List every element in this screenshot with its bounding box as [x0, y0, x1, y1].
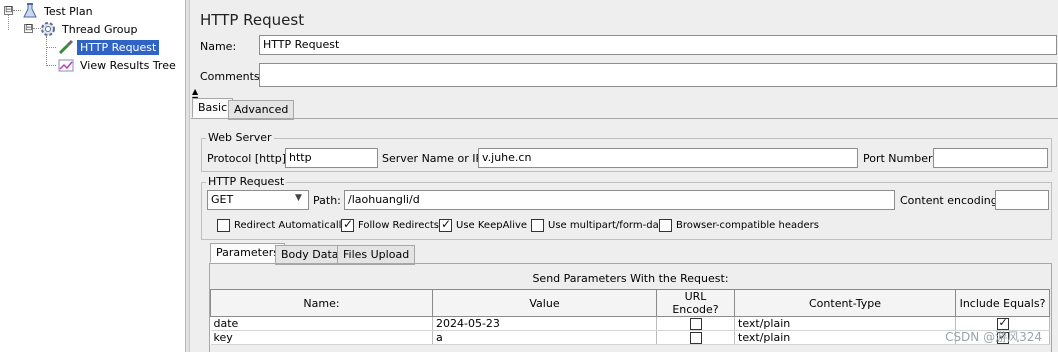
http-request-panel: HTTP Request Name: HTTP Request Comments… — [191, 0, 1058, 352]
follow-redirects-label: Follow Redirects — [358, 220, 439, 231]
url-encode-cell[interactable] — [656, 330, 735, 345]
tree-item-view-results-tree[interactable]: View Results Tree — [58, 56, 179, 74]
table-row[interactable]: date 2024-05-23 text/plain — [210, 316, 1050, 331]
redirect-automatically-checkbox[interactable] — [217, 219, 230, 232]
tab-basic[interactable]: Basic — [192, 98, 234, 118]
tree-item-label: HTTP Request — [77, 39, 160, 55]
table-header-row: Name: Value URL Encode? Content-Type Inc… — [210, 289, 1050, 317]
column-header-content-type[interactable]: Content-Type — [734, 289, 956, 317]
tree-connector — [46, 65, 56, 66]
protocol-label: Protocol [http]: — [207, 152, 290, 165]
collapse-toggle[interactable]: ⊟ — [24, 24, 33, 33]
tree-item-label: Test Plan — [44, 4, 93, 18]
use-multipart-checkbox[interactable] — [531, 219, 544, 232]
table-row[interactable]: key a text/plain — [210, 330, 1050, 345]
web-server-group-title: Web Server — [206, 131, 274, 144]
param-value-cell[interactable]: 2024-05-23 — [432, 316, 657, 331]
name-label: Name: — [200, 40, 237, 53]
chevron-down-icon: ▼ — [295, 193, 302, 203]
url-encode-checkbox[interactable] — [689, 332, 702, 344]
chart-icon — [58, 57, 74, 73]
watermark: CSDN @游风324 — [945, 330, 1042, 344]
column-header-url-encode[interactable]: URL Encode? — [656, 289, 735, 317]
port-number-label: Port Number: — [863, 152, 937, 165]
tab-parameters[interactable]: Parameters — [210, 243, 285, 263]
tab-body-data[interactable]: Body Data — [275, 245, 345, 265]
comments-label: Comments: — [200, 70, 264, 83]
path-label: Path: — [313, 194, 341, 207]
param-value-cell[interactable]: a — [432, 330, 657, 345]
use-multipart-label: Use multipart/form-data — [548, 220, 669, 231]
follow-redirects-checkbox[interactable] — [341, 217, 354, 232]
column-header-value[interactable]: Value — [432, 289, 657, 317]
test-plan-tree[interactable]: ⊟ Test Plan ⊟ Thread Group HTTP Request … — [0, 0, 186, 352]
pane-splitter[interactable] — [186, 0, 190, 352]
method-select[interactable]: GET — [207, 190, 309, 210]
tab-files-upload[interactable]: Files Upload — [337, 245, 416, 265]
tab-advanced[interactable]: Advanced — [228, 100, 295, 120]
tree-connector — [46, 36, 47, 66]
content-encoding-field[interactable] — [995, 190, 1049, 210]
content-type-cell[interactable]: text/plain — [734, 330, 956, 345]
tree-item-http-request[interactable]: HTTP Request — [58, 38, 160, 56]
server-name-label: Server Name or IP: — [382, 152, 486, 165]
collapse-toggle[interactable]: ⊟ — [4, 6, 13, 15]
gear-icon — [40, 21, 56, 37]
flask-icon — [22, 3, 38, 19]
redirect-automatically-label: Redirect Automatically — [234, 220, 348, 231]
comments-field[interactable] — [259, 63, 1057, 87]
tree-item-label: Thread Group — [62, 22, 138, 36]
server-name-field[interactable]: v.juhe.cn — [478, 148, 858, 168]
protocol-field[interactable]: http — [285, 148, 378, 168]
param-name-cell[interactable]: date — [210, 316, 433, 331]
tree-item-label: View Results Tree — [80, 58, 176, 72]
url-encode-cell[interactable] — [656, 316, 735, 331]
url-encode-checkbox[interactable] — [689, 318, 702, 330]
name-field[interactable]: HTTP Request — [259, 35, 1057, 55]
column-header-name[interactable]: Name: — [210, 289, 433, 317]
tree-connector — [13, 10, 21, 11]
tree-item-thread-group[interactable]: Thread Group — [40, 20, 140, 38]
http-request-group-title: HTTP Request — [206, 175, 287, 188]
table-title: Send Parameters With the Request: — [532, 272, 729, 285]
column-header-include-equals[interactable]: Include Equals? — [955, 289, 1050, 317]
browser-compatible-headers-label: Browser-compatible headers — [676, 220, 819, 231]
tree-item-test-plan[interactable]: Test Plan — [22, 2, 96, 20]
parameters-table: Name: Value URL Encode? Content-Type Inc… — [210, 289, 1050, 345]
content-encoding-label: Content encoding: — [900, 194, 1002, 207]
content-type-cell[interactable]: text/plain — [734, 316, 956, 331]
pipette-icon — [58, 39, 74, 55]
param-name-cell[interactable]: key — [210, 330, 433, 345]
tree-connector — [8, 14, 9, 30]
path-field[interactable]: /laohuangli/d — [344, 190, 895, 210]
tree-connector — [46, 47, 56, 48]
page-title: HTTP Request — [200, 11, 305, 29]
use-keepalive-label: Use KeepAlive — [456, 220, 528, 231]
use-keepalive-checkbox[interactable] — [439, 217, 452, 232]
browser-compatible-headers-checkbox[interactable] — [659, 219, 672, 232]
port-number-field[interactable] — [933, 148, 1048, 168]
